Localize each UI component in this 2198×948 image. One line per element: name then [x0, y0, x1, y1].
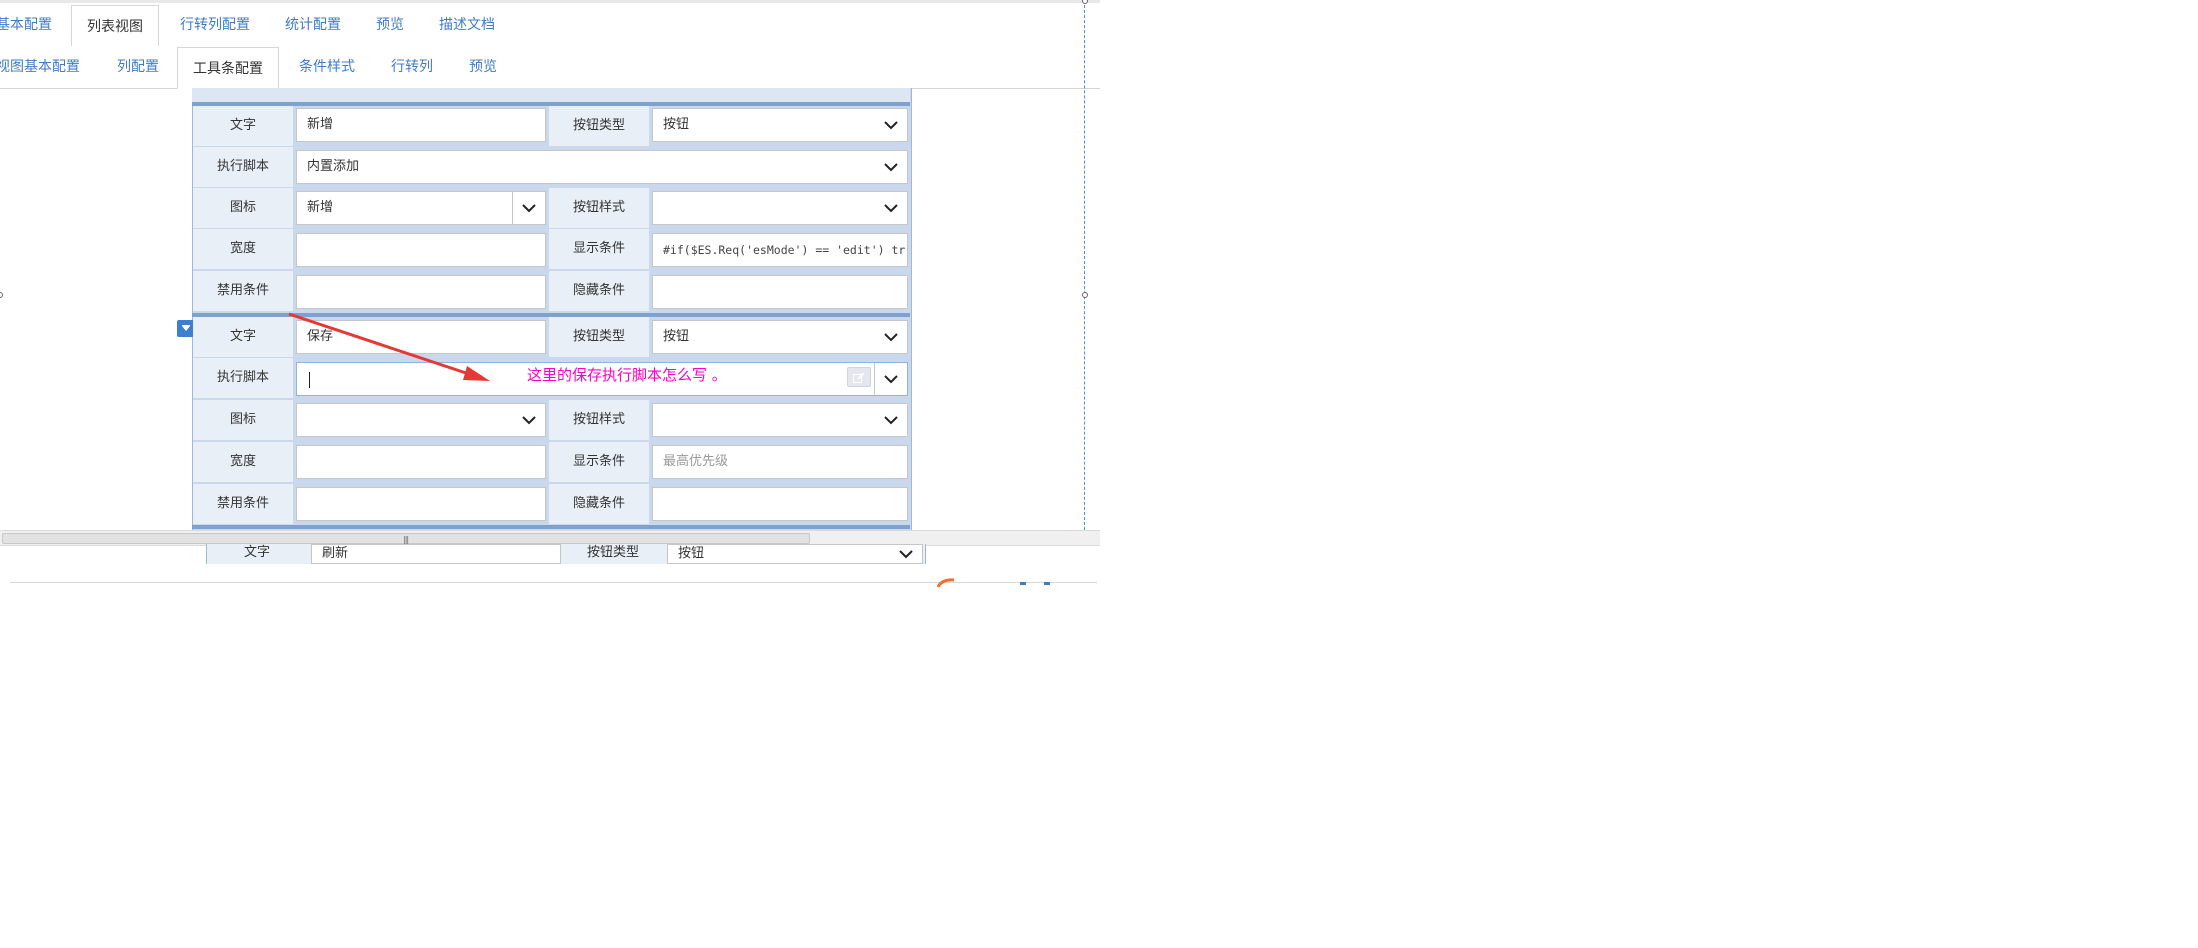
text-input[interactable]: 新增 [296, 108, 546, 142]
resize-handle[interactable] [1082, 292, 1088, 298]
label-show-condition: 显示条件 [549, 229, 649, 269]
collapse-icon[interactable] [177, 320, 194, 337]
label-text: 文字 [193, 317, 293, 357]
width-input[interactable] [296, 233, 546, 267]
label-show-condition: 显示条件 [549, 442, 649, 482]
button-type-select[interactable]: 按钮 [652, 108, 908, 142]
chevron-down-icon [875, 321, 907, 353]
button-type-value: 按钮 [678, 546, 705, 561]
show-condition-input[interactable]: 最高优先级 [652, 445, 908, 479]
button-type-value: 按钮 [663, 329, 690, 344]
show-condition-input[interactable]: #if($ES.Req('esMode') == 'edit') tr [652, 233, 908, 267]
blue-marks [1020, 582, 1050, 585]
tab-condition-style[interactable]: 条件样式 [299, 46, 355, 88]
tab-row-to-col[interactable]: 行转列 [391, 46, 433, 88]
scrollbar-thumb[interactable]: ||| [2, 533, 810, 544]
tab-column-config[interactable]: 列配置 [117, 46, 159, 88]
label-hide-condition: 隐藏条件 [549, 271, 649, 311]
group-separator [192, 525, 910, 529]
button-type-select[interactable]: 按钮 [667, 544, 923, 564]
label-button-type: 按钮类型 [563, 544, 663, 564]
edit-icon[interactable] [847, 367, 871, 387]
sub-tab-bar: 视图基本配置 列配置 工具条配置 条件样式 行转列 预览 [0, 46, 1100, 89]
hide-condition-input[interactable] [652, 275, 908, 309]
tab-basic-config[interactable]: 基本配置 [0, 4, 52, 46]
button-style-select[interactable] [652, 191, 908, 225]
label-hide-condition: 隐藏条件 [549, 484, 649, 524]
tab-toolbar-config[interactable]: 工具条配置 [177, 47, 279, 89]
tab-preview[interactable]: 预览 [376, 4, 404, 46]
exec-script-select[interactable]: 内置添加 [296, 150, 908, 184]
main-tab-bar: 基本配置 列表视图 行转列配置 统计配置 预览 描述文档 [0, 4, 1100, 47]
label-width: 宽度 [193, 229, 293, 269]
chevron-down-icon [512, 192, 545, 224]
label-button-type: 按钮类型 [549, 106, 649, 146]
width-input[interactable] [296, 445, 546, 479]
button-type-value: 按钮 [663, 117, 690, 132]
label-icon: 图标 [193, 400, 293, 440]
chevron-down-icon [874, 363, 907, 395]
tab-stat-config[interactable]: 统计配置 [285, 4, 341, 46]
label-width: 宽度 [193, 442, 293, 482]
tab-description-doc[interactable]: 描述文档 [439, 4, 495, 46]
icon-select[interactable] [296, 403, 546, 437]
label-exec-script: 执行脚本 [193, 358, 293, 398]
layout-guide-line [1084, 0, 1085, 530]
chevron-down-icon [875, 192, 907, 224]
bottom-divider [10, 582, 1097, 583]
button-style-select[interactable] [652, 403, 908, 437]
label-button-style: 按钮样式 [549, 400, 649, 440]
button-type-select[interactable]: 按钮 [652, 320, 908, 354]
grip-icon: ||| [403, 535, 409, 544]
tab-row-to-col-config[interactable]: 行转列配置 [180, 4, 250, 46]
top-border [0, 0, 1100, 3]
disable-condition-input[interactable] [296, 487, 546, 521]
tab-preview-sub[interactable]: 预览 [469, 46, 497, 88]
icon-select[interactable]: 新增 [296, 191, 546, 225]
text-input[interactable]: 刷新 [311, 544, 561, 564]
label-icon: 图标 [193, 188, 293, 228]
label-button-style: 按钮样式 [549, 188, 649, 228]
chevron-down-icon [890, 545, 922, 563]
tab-view-basic-config[interactable]: 视图基本配置 [0, 46, 80, 88]
label-exec-script: 执行脚本 [193, 147, 293, 187]
orange-mark [936, 578, 955, 588]
label-text: 文字 [207, 544, 307, 564]
label-disable-condition: 禁用条件 [193, 484, 293, 524]
label-text: 文字 [193, 106, 293, 146]
hide-condition-input[interactable] [652, 487, 908, 521]
label-disable-condition: 禁用条件 [193, 271, 293, 311]
icon-value: 新增 [307, 200, 334, 215]
exec-script-value: 内置添加 [307, 159, 360, 174]
arrow [288, 312, 490, 381]
chevron-down-icon [875, 109, 907, 141]
annotation-text: 这里的保存执行脚本怎么写 。 [527, 366, 727, 384]
next-button-row-fragment: 文字 刷新 按钮类型 按钮 [206, 544, 926, 564]
tab-list-view[interactable]: 列表视图 [71, 5, 159, 47]
chevron-down-icon [875, 151, 907, 183]
chevron-down-icon [875, 404, 907, 436]
panel-header-strip [192, 88, 910, 103]
resize-handle[interactable] [0, 292, 3, 298]
disable-condition-input[interactable] [296, 275, 546, 309]
chevron-down-icon [513, 404, 545, 436]
label-button-type: 按钮类型 [549, 317, 649, 357]
